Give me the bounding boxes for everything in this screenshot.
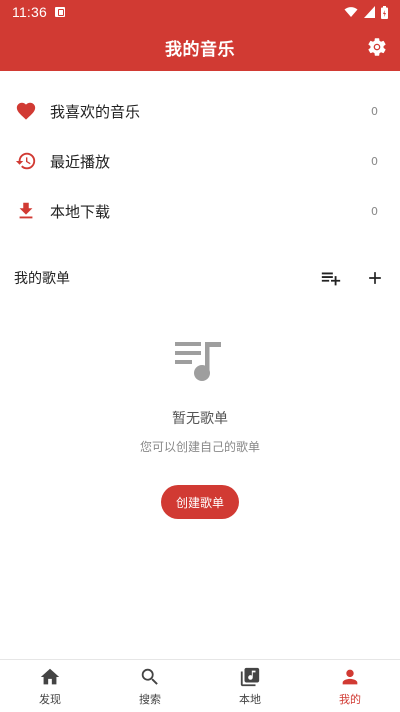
menu-item-count: 0 <box>371 104 378 118</box>
tab-label: 本地 <box>239 692 261 706</box>
home-icon <box>40 668 60 684</box>
download-icon <box>14 199 38 223</box>
settings-button[interactable] <box>364 34 390 60</box>
add-button[interactable] <box>364 267 386 289</box>
notification-icon <box>55 7 65 17</box>
menu-item-label: 我喜欢的音乐 <box>50 102 141 121</box>
empty-subtitle: 您可以创建自己的歌单 <box>139 440 260 454</box>
library-icon <box>240 667 260 686</box>
status-time: 11:36 <box>12 4 47 20</box>
search-icon <box>141 668 158 685</box>
playlists-header: 我的歌单 <box>0 262 400 294</box>
bottom-nav: 发现 搜索 本地 我的 <box>0 659 400 712</box>
menu-item-label: 最近播放 <box>50 152 111 171</box>
battery-icon <box>381 5 388 19</box>
menu-item-count: 0 <box>371 154 378 168</box>
plus-icon <box>369 272 381 284</box>
playlist-add-button[interactable] <box>320 267 342 289</box>
create-playlist-button[interactable]: 创建歌单 <box>161 485 239 519</box>
playlist-music-icon <box>175 342 221 381</box>
person-icon <box>342 669 358 684</box>
tab-discover[interactable]: 发现 <box>0 660 100 712</box>
status-bar: 11:36 <box>0 0 400 24</box>
wifi-icon <box>344 7 358 17</box>
menu-item-label: 本地下载 <box>50 202 111 221</box>
menu-item-recent[interactable]: 最近播放 0 <box>0 136 400 186</box>
history-icon <box>14 149 38 173</box>
playlist-add-icon <box>321 272 341 286</box>
status-icons <box>344 5 388 19</box>
empty-state: 暂无歌单 您可以创建自己的歌单 创建歌单 <box>0 340 400 519</box>
menu-item-liked[interactable]: 我喜欢的音乐 0 <box>0 86 400 136</box>
tab-label: 搜索 <box>139 692 161 706</box>
tab-search[interactable]: 搜索 <box>100 660 200 712</box>
tab-local[interactable]: 本地 <box>200 660 300 712</box>
playlist-actions <box>320 267 386 289</box>
library-menu: 我喜欢的音乐 0 最近播放 0 本地下载 0 <box>0 86 400 236</box>
empty-title: 暂无歌单 <box>172 411 228 427</box>
menu-item-downloads[interactable]: 本地下载 0 <box>0 186 400 236</box>
section-title: 我的歌单 <box>14 271 70 287</box>
heart-icon <box>14 99 38 123</box>
page-title: 我的音乐 <box>165 40 235 60</box>
tab-label: 发现 <box>39 692 61 706</box>
tab-mine[interactable]: 我的 <box>300 660 400 712</box>
signal-icon <box>364 6 375 18</box>
tab-label: 我的 <box>339 692 361 706</box>
gear-icon <box>368 38 386 56</box>
menu-item-count: 0 <box>371 204 378 218</box>
app-bar: 11:36 我的音乐 <box>0 0 400 71</box>
